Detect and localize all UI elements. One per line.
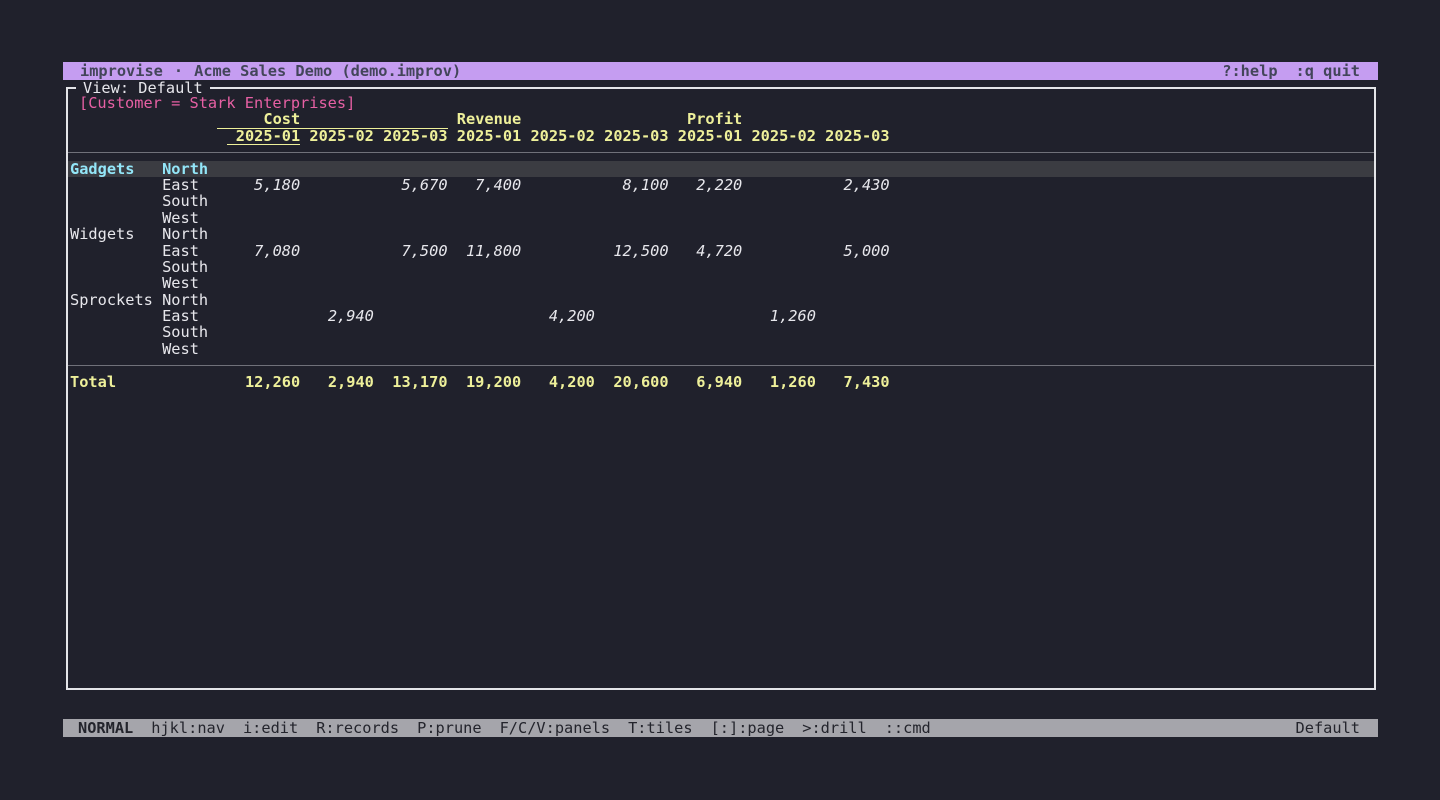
title-bar-left: improvise · Acme Sales Demo (demo.improv) bbox=[80, 62, 461, 80]
tiles-bar: Tiles:[_Index ·][_Dim ·][_Measure Col][C… bbox=[63, 702, 1378, 719]
pivot-row[interactable]: West bbox=[68, 275, 1374, 291]
pivot-row[interactable]: East 2,940 4,200 1,260 bbox=[68, 308, 1374, 324]
total-cell: 20,600 bbox=[595, 374, 669, 390]
total-cell: 7,430 bbox=[816, 374, 890, 390]
pivot-cell[interactable]: 5,670 bbox=[374, 177, 448, 193]
column-header-row: 2025-012025-022025-032025-012025-022025-… bbox=[68, 128, 1374, 144]
column-header[interactable]: 2025-02 bbox=[742, 128, 816, 144]
pivot-row[interactable]: South bbox=[68, 324, 1374, 340]
pivot-cell[interactable]: 4,200 bbox=[521, 308, 595, 324]
region-label: West bbox=[162, 341, 226, 357]
pivot-rows: GadgetsNorthEast5,1805,6707,4008,1002,22… bbox=[68, 161, 1374, 358]
column-header[interactable]: 2025-02 bbox=[521, 128, 595, 144]
pivot-row[interactable]: South bbox=[68, 259, 1374, 275]
title-separator-dot: · bbox=[174, 62, 183, 80]
status-hint: R:records bbox=[316, 719, 399, 737]
pivot-row[interactable]: East7,080 7,50011,800 12,5004,720 5,000 bbox=[68, 243, 1374, 259]
total-cell: 6,940 bbox=[669, 374, 743, 390]
column-header[interactable]: 2025-03 bbox=[374, 128, 448, 144]
product-label: Widgets bbox=[70, 226, 162, 242]
total-cell: 19,200 bbox=[448, 374, 522, 390]
title-bar-right: ?:help :q quit bbox=[1204, 62, 1360, 80]
measure-group-header-profit[interactable]: Profit bbox=[669, 111, 890, 127]
total-cell: 1,260 bbox=[742, 374, 816, 390]
pivot-cell[interactable]: 5,000 bbox=[816, 243, 890, 259]
total-cell: 4,200 bbox=[521, 374, 595, 390]
column-header[interactable]: 2025-02 bbox=[300, 128, 374, 144]
region-label: East bbox=[162, 243, 226, 259]
pivot-cell[interactable]: 8,100 bbox=[595, 177, 669, 193]
mode-indicator: NORMAL bbox=[78, 719, 133, 737]
pivot-cell[interactable]: 4,720 bbox=[669, 243, 743, 259]
help-hint[interactable]: ?:help bbox=[1222, 62, 1277, 80]
title-bar: improvise·Acme Sales Demo (demo.improv) … bbox=[63, 62, 1378, 80]
document-title: Acme Sales Demo (demo.improv) bbox=[194, 62, 461, 80]
pivot-row[interactable]: West bbox=[68, 341, 1374, 357]
status-hint: T:tiles bbox=[628, 719, 692, 737]
pivot-row[interactable]: South bbox=[68, 193, 1374, 209]
pivot-row[interactable]: SprocketsNorth bbox=[68, 292, 1374, 308]
total-cell: 13,170 bbox=[374, 374, 448, 390]
status-hint: hjkl:nav bbox=[151, 719, 225, 737]
status-bar: NORMAL hjkl:nav i:edit R:records P:prune F/C/… bbox=[63, 719, 1378, 737]
total-separator bbox=[68, 357, 1374, 373]
pivot-cell[interactable]: 7,500 bbox=[374, 243, 448, 259]
total-cell: 12,260 bbox=[227, 374, 301, 390]
pivot-cell[interactable]: 2,430 bbox=[816, 177, 890, 193]
pivot-table: [Customer = Stark Enterprises] Cost Reve… bbox=[68, 89, 1374, 390]
pivot-cell[interactable]: 1,260 bbox=[742, 308, 816, 324]
pivot-cell[interactable]: 7,400 bbox=[448, 177, 522, 193]
total-label: Total bbox=[70, 374, 227, 390]
pivot-row[interactable]: West bbox=[68, 210, 1374, 226]
header-separator bbox=[68, 144, 1374, 160]
pivot-cell[interactable]: 7,080 bbox=[227, 243, 301, 259]
total-row: Total12,2602,94013,17019,2004,20020,6006… bbox=[68, 374, 1374, 390]
quit-hint[interactable]: :q quit bbox=[1296, 62, 1360, 80]
region-label: West bbox=[162, 210, 226, 226]
status-hint: P:prune bbox=[417, 719, 481, 737]
region-label: East bbox=[162, 308, 226, 324]
measure-group-header-revenue[interactable]: Revenue bbox=[448, 111, 669, 127]
region-label: East bbox=[162, 177, 226, 193]
pivot-cell[interactable]: 5,180 bbox=[227, 177, 301, 193]
separator-line bbox=[68, 365, 1374, 366]
column-header[interactable]: 2025-03 bbox=[816, 128, 890, 144]
region-label: South bbox=[162, 193, 226, 209]
pivot-cell[interactable]: 2,220 bbox=[669, 177, 743, 193]
status-hint: i:edit bbox=[243, 719, 298, 737]
product-label: Sprockets bbox=[70, 292, 162, 308]
region-label: South bbox=[162, 259, 226, 275]
region-label: North bbox=[162, 226, 226, 242]
pivot-cell[interactable]: 11,800 bbox=[448, 243, 522, 259]
column-header[interactable]: 2025-03 bbox=[595, 128, 669, 144]
app-name: improvise bbox=[80, 62, 163, 80]
pivot-row[interactable]: GadgetsNorth bbox=[68, 161, 1374, 177]
keybinding-hints: hjkl:nav i:edit R:records P:prune F/C/V:pane… bbox=[151, 719, 949, 737]
region-label: West bbox=[162, 275, 226, 291]
status-hint: ::cmd bbox=[885, 719, 931, 737]
region-label: South bbox=[162, 324, 226, 340]
column-header[interactable]: 2025-01 bbox=[448, 128, 522, 144]
pivot-cell[interactable]: 12,500 bbox=[595, 243, 669, 259]
pivot-cell[interactable]: 2,940 bbox=[300, 308, 374, 324]
measure-header-row: Cost Revenue Profit bbox=[68, 111, 1374, 127]
active-view-name: Default bbox=[1296, 719, 1360, 737]
separator-line bbox=[68, 152, 1374, 153]
view-title: View: Default bbox=[76, 80, 210, 96]
pivot-row[interactable]: East5,180 5,6707,400 8,1002,220 2,430 bbox=[68, 177, 1374, 193]
total-cell: 2,940 bbox=[300, 374, 374, 390]
product-label: Gadgets bbox=[70, 161, 162, 177]
pivot-row[interactable]: WidgetsNorth bbox=[68, 226, 1374, 242]
status-hint: [:]:page bbox=[711, 719, 785, 737]
view-panel: View: Default [Customer = Stark Enterpri… bbox=[66, 87, 1376, 690]
status-hint: >:drill bbox=[802, 719, 866, 737]
status-hint: F/C/V:panels bbox=[500, 719, 611, 737]
column-header[interactable]: 2025-01 bbox=[669, 128, 743, 144]
region-label: North bbox=[162, 292, 226, 308]
region-label: North bbox=[162, 161, 226, 177]
column-header[interactable]: 2025-01 bbox=[227, 128, 301, 145]
